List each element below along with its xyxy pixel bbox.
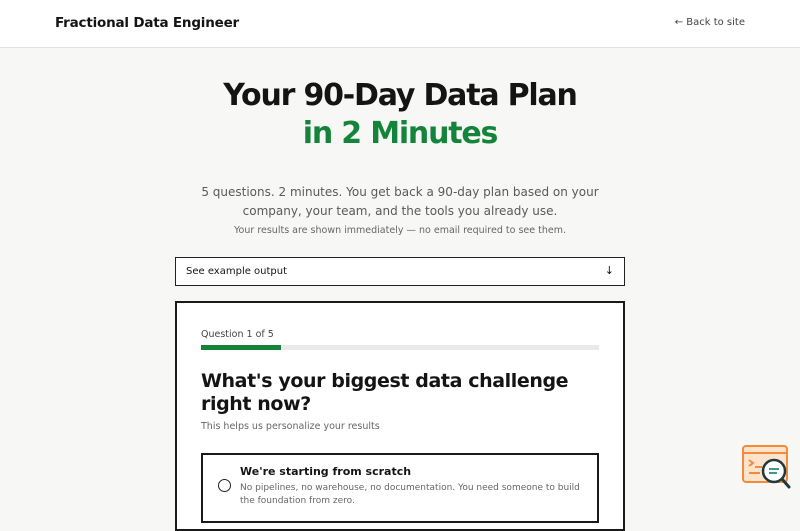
- example-toggle-label: See example output: [186, 266, 288, 277]
- see-example-output-toggle[interactable]: See example output ↓: [175, 257, 625, 286]
- hero-title: Your 90-Day Data Plan in 2 Minutes: [0, 77, 800, 153]
- option-title: We're starting from scratch: [240, 465, 412, 478]
- option-starting-from-scratch[interactable]: We're starting from scratch No pipelines…: [201, 453, 599, 523]
- radio-button[interactable]: [218, 479, 231, 492]
- question-subtitle: This helps us personalize your results: [201, 421, 380, 432]
- back-to-site-link[interactable]: ← Back to site: [675, 17, 745, 28]
- hero-description: 5 questions. 2 minutes. You get back a 9…: [201, 185, 599, 218]
- question-counter: Question 1 of 5: [201, 329, 274, 340]
- brand-logo[interactable]: Fractional Data Engineer: [55, 15, 239, 31]
- quiz-card: Question 1 of 5 What's your biggest data…: [175, 301, 625, 531]
- search-chat-icon: [742, 445, 791, 489]
- progress-bar: [201, 345, 599, 350]
- hero-title-line1: Your 90-Day Data Plan: [223, 78, 578, 113]
- option-description: No pipelines, no warehouse, no documenta…: [240, 483, 580, 506]
- progress-bar-fill: [201, 345, 281, 350]
- question-title: What's your biggest data challenge right…: [201, 370, 569, 415]
- search-chat-widget-button[interactable]: [740, 444, 792, 490]
- hero-note: Your results are shown immediately — no …: [234, 225, 566, 236]
- hero-title-line2: in 2 Minutes: [302, 116, 499, 151]
- site-header: Fractional Data Engineer ← Back to site: [0, 0, 800, 48]
- arrow-down-icon: ↓: [604, 264, 614, 277]
